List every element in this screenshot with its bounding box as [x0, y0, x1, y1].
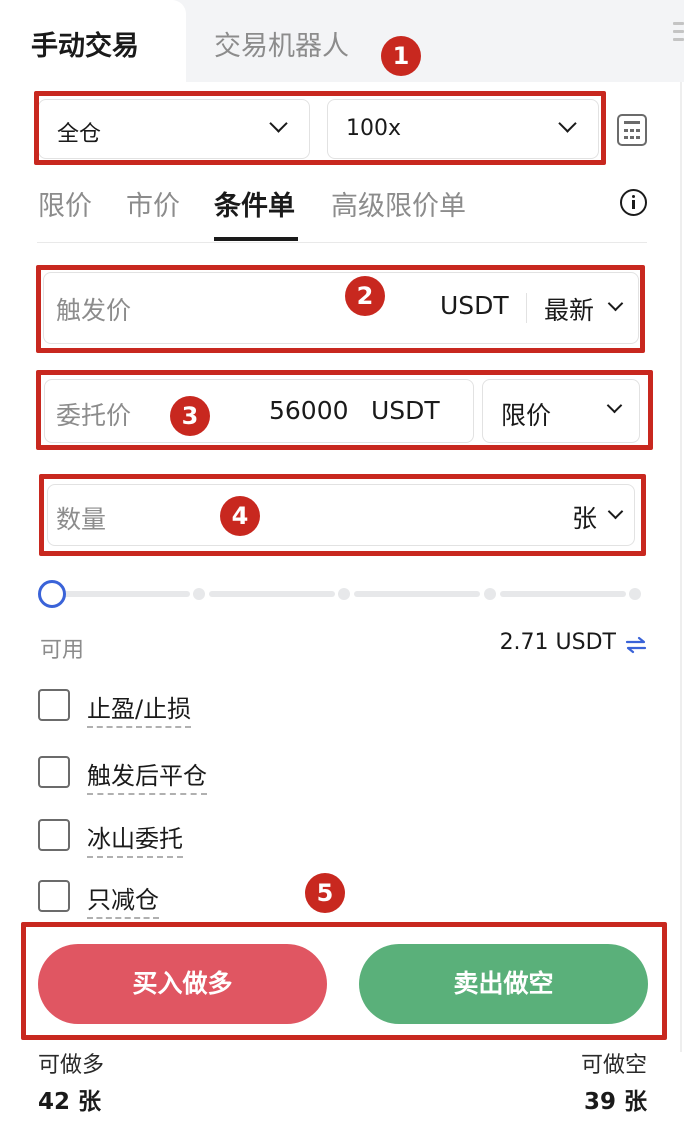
annotation-box-1	[34, 91, 606, 165]
checkbox-close-on-trigger[interactable]	[38, 756, 70, 788]
option-iceberg-label[interactable]: 冰山委托	[87, 819, 183, 858]
slider-track	[62, 591, 190, 597]
max-short-value: 39 张	[583, 1089, 647, 1115]
available-value: 2.71 USDT	[499, 630, 616, 655]
tab-conditional[interactable]: 条件单	[214, 184, 295, 223]
tab-trading-bot[interactable]: 交易机器人	[214, 24, 349, 63]
max-long-value: 42 张	[38, 1089, 102, 1115]
top-tab-bar: 手动交易 交易机器人	[0, 0, 684, 82]
tab-limit[interactable]: 限价	[38, 184, 92, 223]
tab-divider	[37, 242, 647, 243]
option-tp-sl-label[interactable]: 止盈/止损	[87, 689, 192, 728]
slider-track	[209, 591, 335, 597]
annotation-box-3	[36, 370, 653, 450]
slider-tick-50[interactable]	[338, 588, 350, 600]
tab-manual-trading-label: 手动交易	[31, 31, 139, 62]
panel-menu-icon[interactable]	[673, 22, 684, 48]
max-short-label: 可做空	[580, 1053, 647, 1078]
option-close-on-trigger-label[interactable]: 触发后平仓	[87, 756, 207, 795]
annotation-badge-1: 1	[381, 36, 421, 76]
max-long-label: 可做多	[38, 1053, 105, 1078]
checkbox-tp-sl[interactable]	[38, 689, 70, 721]
slider-tick-25[interactable]	[193, 588, 205, 600]
active-tab-underline	[214, 237, 298, 241]
annotation-box-2	[36, 265, 645, 353]
checkbox-reduce-only[interactable]	[38, 880, 70, 912]
annotation-badge-2: 2	[345, 276, 385, 316]
checkbox-iceberg[interactable]	[38, 819, 70, 851]
annotation-box-4	[39, 474, 646, 556]
annotation-box-5	[21, 922, 667, 1040]
available-label: 可用	[40, 638, 85, 663]
slider-tick-100[interactable]	[629, 588, 641, 600]
calculator-icon[interactable]	[617, 114, 647, 146]
tab-market[interactable]: 市价	[126, 184, 180, 223]
slider-track	[500, 591, 626, 597]
info-icon[interactable]	[620, 189, 647, 216]
annotation-badge-4: 4	[220, 496, 260, 536]
option-reduce-only-label[interactable]: 只减仓	[87, 880, 159, 919]
slider-knob[interactable]	[38, 580, 66, 608]
scrollbar-track	[680, 82, 682, 1052]
swap-icon[interactable]	[625, 636, 647, 654]
annotation-badge-3: 3	[170, 396, 210, 436]
slider-tick-75[interactable]	[484, 588, 496, 600]
annotation-badge-5: 5	[305, 873, 345, 913]
tab-manual-trading[interactable]: 手动交易	[0, 0, 186, 82]
slider-track	[354, 591, 480, 597]
tab-advanced-limit[interactable]: 高级限价单	[331, 184, 466, 223]
